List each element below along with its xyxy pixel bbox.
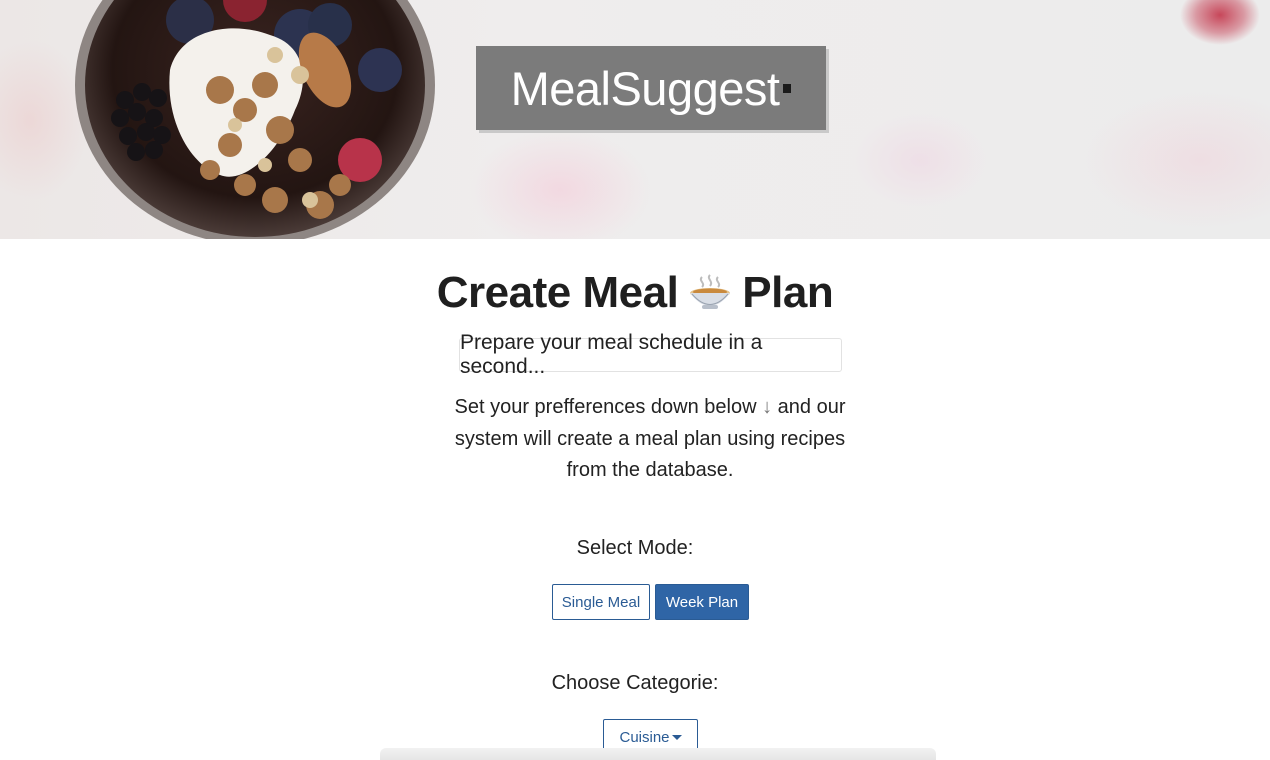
description-text: Set your prefferences down below ↓ and o…	[435, 392, 865, 487]
select-mode-label: Select Mode:	[576, 537, 694, 559]
hero-banner: MealSuggest	[0, 0, 1270, 239]
title-part-2: Plan	[742, 268, 834, 317]
choose-category-label: Choose Categorie:	[551, 672, 719, 694]
week-plan-button[interactable]: Week Plan	[655, 584, 749, 620]
subtitle-text: Prepare your meal schedule in a second..…	[460, 331, 763, 378]
title-part-1: Create Meal	[436, 268, 679, 317]
dropdown-panel-edge	[380, 748, 936, 760]
hero-food-image	[75, 0, 435, 239]
arrow-down-icon: ↓	[762, 396, 773, 418]
bowl-icon	[688, 271, 732, 322]
page-title: Create Meal Plan	[0, 268, 1270, 322]
logo-text: MealSuggest	[510, 61, 780, 115]
description-line-1: Set your prefferences down below	[454, 396, 757, 418]
caret-down-icon	[671, 735, 682, 740]
logo-box[interactable]: MealSuggest	[476, 46, 826, 130]
single-meal-button[interactable]: Single Meal	[552, 584, 650, 620]
cuisine-dropdown-label: Cuisine	[619, 729, 670, 746]
subtitle-banner: Prepare your meal schedule in a second..…	[459, 331, 842, 378]
logo-cursor	[783, 83, 792, 93]
description-and: and	[777, 396, 812, 418]
